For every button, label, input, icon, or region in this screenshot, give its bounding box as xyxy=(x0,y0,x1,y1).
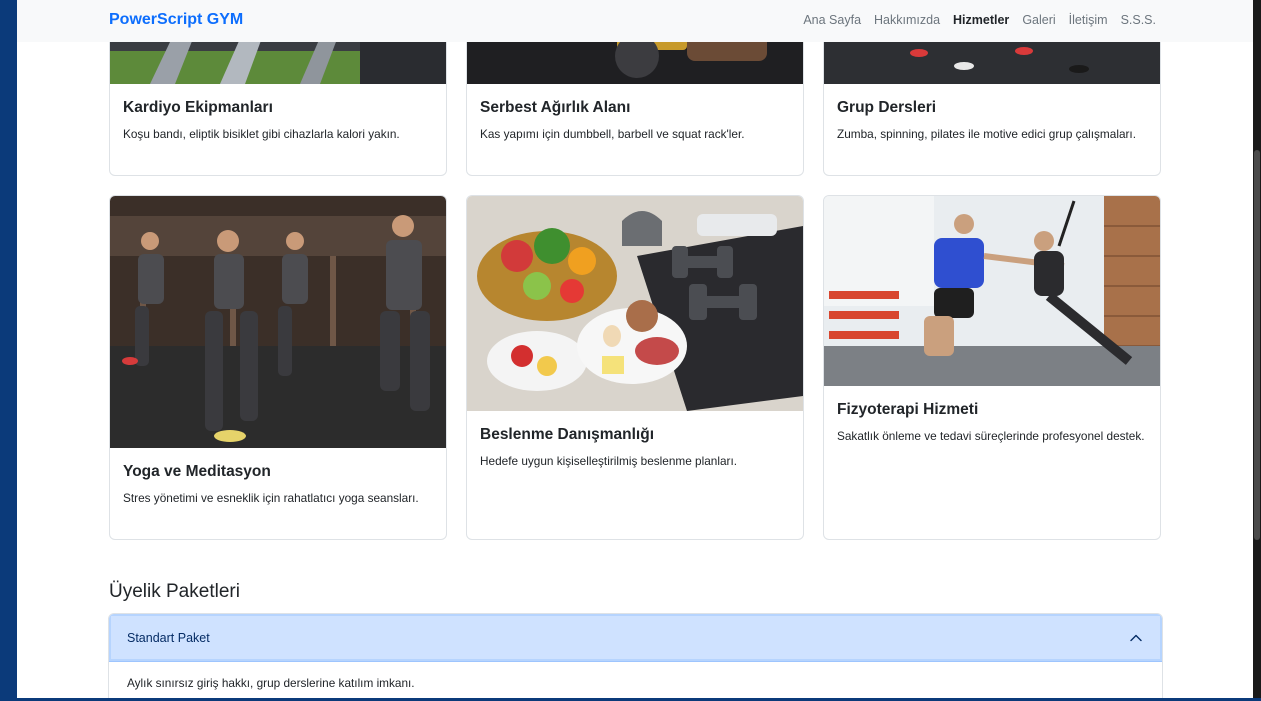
card-image-nutrition xyxy=(467,196,803,411)
nav-link-hakkimizda[interactable]: Hakkımızda xyxy=(874,13,940,27)
navbar: PowerScript GYM Ana Sayfa Hakkımızda Hiz… xyxy=(17,0,1253,42)
service-card-yoga: Yoga ve Meditasyon Stres yönetimi ve esn… xyxy=(109,195,447,540)
nav-link-sss[interactable]: S.S.S. xyxy=(1121,13,1156,27)
service-card-nutrition: Beslenme Danışmanlığı Hedefe uygun kişis… xyxy=(466,195,804,540)
card-title: Serbest Ağırlık Alanı xyxy=(480,99,631,116)
accordion-toggle-standart-paket[interactable]: Standart Paket xyxy=(109,614,1162,662)
scrollbar-thumb[interactable] xyxy=(1254,150,1260,540)
nav-links: Ana Sayfa Hakkımızda Hizmetler Galeri İl… xyxy=(803,13,1156,27)
accordion-label: Standart Paket xyxy=(127,631,210,645)
card-text: Hedefe uygun kişiselleştirilmiş beslenme… xyxy=(480,454,738,468)
card-image-yoga xyxy=(110,196,446,448)
chevron-up-icon xyxy=(1128,630,1144,646)
service-card-physiotherapy: Fizyoterapi Hizmeti Sakatlık önleme ve t… xyxy=(823,195,1161,540)
card-image-physiotherapy xyxy=(824,196,1160,386)
browser-viewport: PowerScript GYM Ana Sayfa Hakkımızda Hiz… xyxy=(17,0,1253,698)
nav-link-iletisim[interactable]: İletişim xyxy=(1069,13,1108,27)
section-title-membership: Üyelik Paketleri xyxy=(109,581,240,602)
card-title: Grup Dersleri xyxy=(837,99,937,116)
card-text: Kas yapımı için dumbbell, barbell ve squ… xyxy=(480,127,745,141)
card-text: Sakatlık önleme ve tedavi süreçlerinde p… xyxy=(837,429,1145,443)
card-title: Kardiyo Ekipmanları xyxy=(123,99,273,116)
membership-accordion: Standart Paket Aylık sınırsız giriş hakk… xyxy=(108,613,1163,698)
card-text: Stres yönetimi ve esneklik için rahatlat… xyxy=(123,491,419,505)
nav-link-galeri[interactable]: Galeri xyxy=(1022,13,1055,27)
nav-link-ana-sayfa[interactable]: Ana Sayfa xyxy=(803,13,861,27)
page-scrollbar[interactable] xyxy=(1253,0,1261,698)
nav-link-hizmetler[interactable]: Hizmetler xyxy=(953,13,1009,27)
card-text: Zumba, spinning, pilates ile motive edic… xyxy=(837,127,1136,141)
card-title: Fizyoterapi Hizmeti xyxy=(837,401,979,418)
accordion-body-text: Aylık sınırsız giriş hakkı, grup dersler… xyxy=(127,676,415,690)
card-title: Beslenme Danışmanlığı xyxy=(480,426,655,443)
card-text: Koşu bandı, eliptik bisiklet gibi cihazl… xyxy=(123,127,400,141)
card-title: Yoga ve Meditasyon xyxy=(123,463,271,480)
brand-logo-link[interactable]: PowerScript GYM xyxy=(109,11,243,29)
